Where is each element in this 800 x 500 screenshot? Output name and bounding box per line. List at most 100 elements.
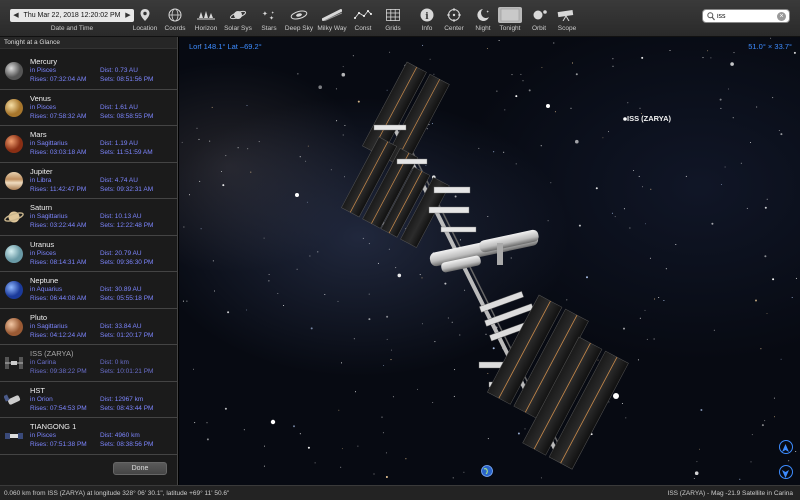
grids-button[interactable]: Grids bbox=[384, 4, 402, 35]
solar-sys-button[interactable]: Solar Sys bbox=[224, 4, 252, 35]
object-row-neptune[interactable]: Neptune in Aquarius Rises: 06:44:08 AM Dist… bbox=[0, 272, 178, 309]
svg-text:✦: ✦ bbox=[269, 15, 274, 21]
info-label: Info bbox=[421, 25, 433, 32]
datetime-back-arrow-icon[interactable]: ◀ bbox=[11, 9, 21, 22]
datetime-value[interactable]: Thu Mar 22, 2018 12:20:02 PM bbox=[22, 9, 122, 22]
object-set-time: Sets: 01:20:17 PM bbox=[100, 331, 154, 339]
object-row-uranus[interactable]: Uranus in Pisces Rises: 08:14:31 AM Dist: 2… bbox=[0, 236, 178, 272]
iss-model[interactable] bbox=[179, 37, 800, 485]
object-set-time: Sets: 08:38:56 PM bbox=[100, 441, 154, 448]
object-set-time: Sets: 09:36:30 PM bbox=[100, 258, 154, 266]
stars-icon: ✦ ✦ ✦ bbox=[260, 7, 278, 23]
datetime-field[interactable]: ◀ Thu Mar 22, 2018 12:20:02 PM ▶ bbox=[10, 9, 134, 22]
object-distance: Dist: 1.19 AU bbox=[100, 140, 138, 147]
object-distance: Dist: 4.74 AU bbox=[100, 176, 138, 184]
earth-marker-icon[interactable] bbox=[481, 465, 493, 477]
iss-object-label[interactable]: ISS (ZARYA) bbox=[627, 114, 671, 123]
object-distance: Dist: 33.84 AU bbox=[100, 322, 142, 330]
datetime-forward-arrow-icon[interactable]: ▶ bbox=[123, 9, 133, 22]
orbit-button[interactable]: Orbit bbox=[529, 4, 549, 35]
tonight-icon bbox=[498, 7, 522, 23]
object-name: HST bbox=[30, 385, 45, 395]
info-button[interactable]: i Info bbox=[418, 4, 436, 35]
saturn-thumbnail-icon bbox=[4, 207, 24, 227]
object-row-hst[interactable]: HST in Orion Rises: 07:54:53 PM Dist: 12967… bbox=[0, 382, 178, 418]
object-distance: Dist: 1.61 AU bbox=[100, 103, 138, 111]
night-button[interactable]: ✦ Night bbox=[474, 4, 492, 35]
object-list[interactable]: Mercury in Pisces Rises: 07:32:04 AM Dist: … bbox=[0, 53, 178, 455]
object-rise-time: Rises: 03:03:18 AM bbox=[30, 149, 87, 156]
location-label: Location bbox=[132, 25, 158, 32]
object-rise-time: Rises: 08:14:31 AM bbox=[30, 258, 87, 266]
search-input[interactable] bbox=[717, 11, 777, 22]
galaxy-icon bbox=[289, 7, 309, 23]
object-rise-time: Rises: 03:22:44 AM bbox=[30, 222, 87, 229]
tiangong-thumbnail-icon bbox=[4, 426, 24, 446]
svg-text:✦: ✦ bbox=[262, 10, 268, 18]
object-set-time: Sets: 09:32:31 AM bbox=[100, 185, 154, 193]
saturn-icon bbox=[228, 7, 248, 23]
object-constellation: in Orion bbox=[30, 395, 53, 403]
object-set-time: Sets: 12:22:48 PM bbox=[100, 222, 154, 229]
status-location-text: 0.060 km from ISS (ZARYA) at longitude 3… bbox=[4, 490, 230, 497]
object-rise-time: Rises: 07:51:38 PM bbox=[30, 441, 87, 448]
status-object-text: ISS (ZARYA) - Mag -21.9 Satellite in Car… bbox=[667, 490, 793, 497]
uranus-thumbnail-icon bbox=[4, 244, 24, 264]
object-constellation: in Sagittarius bbox=[30, 140, 68, 147]
north-arrow-icon[interactable] bbox=[779, 440, 793, 454]
object-row-iss[interactable]: ISS (ZARYA) in Carina Rises: 09:38:22 PM Di… bbox=[0, 345, 178, 382]
object-rise-time: Rises: 11:42:47 PM bbox=[30, 185, 87, 193]
object-set-time: Sets: 08:43:44 PM bbox=[100, 404, 154, 412]
object-row-mercury[interactable]: Mercury in Pisces Rises: 07:32:04 AM Dist: … bbox=[0, 53, 178, 90]
jupiter-thumbnail-icon bbox=[4, 171, 24, 191]
object-name: Saturn bbox=[30, 203, 53, 212]
object-rise-time: Rises: 07:58:32 AM bbox=[30, 112, 87, 120]
object-name: Neptune bbox=[30, 276, 59, 285]
object-row-saturn[interactable]: Saturn in Sagittarius Rises: 03:22:44 AM Di… bbox=[0, 199, 178, 236]
milky-way-button[interactable]: Milky Way bbox=[317, 4, 347, 35]
object-set-time: Sets: 08:58:55 PM bbox=[100, 112, 154, 120]
horizon-button[interactable]: Horizon bbox=[195, 4, 217, 35]
svg-text:✦: ✦ bbox=[486, 9, 490, 14]
clear-search-icon[interactable]: × bbox=[777, 12, 786, 21]
info-icon: i bbox=[418, 7, 436, 23]
object-constellation: in Aquarius bbox=[30, 286, 63, 293]
object-row-mars[interactable]: Mars in Sagittarius Rises: 03:03:18 AM Dist… bbox=[0, 126, 178, 163]
horizon-label: Horizon bbox=[194, 25, 218, 32]
grids-label: Grids bbox=[385, 25, 401, 32]
view-coordinates: Lon 148.1° Lat –69.2° bbox=[189, 42, 262, 51]
location-button[interactable]: Location bbox=[133, 4, 157, 35]
center-button[interactable]: Center bbox=[444, 4, 464, 35]
coords-button[interactable]: Coords bbox=[165, 4, 185, 35]
location-pin-icon bbox=[136, 7, 154, 23]
scope-button[interactable]: Scope bbox=[556, 4, 578, 35]
field-of-view-readout: 51.0° × 33.7° bbox=[748, 42, 792, 51]
sidebar-title: Tonight at a Glance bbox=[0, 37, 177, 49]
object-name: Mars bbox=[30, 130, 47, 139]
hst-thumbnail-icon bbox=[3, 390, 24, 410]
deep-sky-button[interactable]: Deep Sky bbox=[285, 4, 313, 35]
const-button[interactable]: Const bbox=[353, 4, 373, 35]
stars-button[interactable]: ✦ ✦ ✦ Stars bbox=[260, 4, 278, 35]
svg-text:✦: ✦ bbox=[271, 10, 275, 15]
crosshair-icon bbox=[445, 7, 463, 23]
object-row-jupiter[interactable]: Jupiter in Libra Rises: 11:42:47 PM Dist: 4… bbox=[0, 163, 178, 199]
object-name: Mercury bbox=[30, 57, 58, 66]
search-box[interactable]: × bbox=[702, 9, 790, 23]
object-constellation: in Pisces bbox=[30, 432, 57, 439]
toolbar: ◀ Thu Mar 22, 2018 12:20:02 PM ▶ Date an… bbox=[0, 0, 800, 37]
object-row-pluto[interactable]: Pluto in Sagittarius Rises: 04:12:24 AM Dis… bbox=[0, 309, 178, 345]
object-distance: Dist: 30.89 AU bbox=[100, 286, 142, 293]
tonight-button[interactable]: Tonight bbox=[498, 4, 522, 35]
sky-view[interactable]: Lon 148.1° Lat –69.2° 51.0° × 33.7° ISS … bbox=[179, 37, 800, 485]
done-button[interactable]: Done bbox=[113, 462, 167, 475]
horizon-trees-icon bbox=[196, 7, 216, 23]
object-row-venus[interactable]: Venus in Pisces Rises: 07:58:32 AM Dist: 1.… bbox=[0, 90, 178, 126]
solar-sys-label: Solar Sys bbox=[224, 25, 252, 32]
object-constellation: in Pisces bbox=[30, 67, 57, 74]
object-row-tiangong[interactable]: TIANGONG 1 in Pisces Rises: 07:51:38 PM Dis… bbox=[0, 418, 178, 455]
object-distance: Dist: 4960 km bbox=[100, 432, 140, 439]
constellation-icon bbox=[353, 7, 373, 23]
south-arrow-icon[interactable] bbox=[779, 465, 793, 479]
object-rise-time: Rises: 04:12:24 AM bbox=[30, 331, 87, 339]
